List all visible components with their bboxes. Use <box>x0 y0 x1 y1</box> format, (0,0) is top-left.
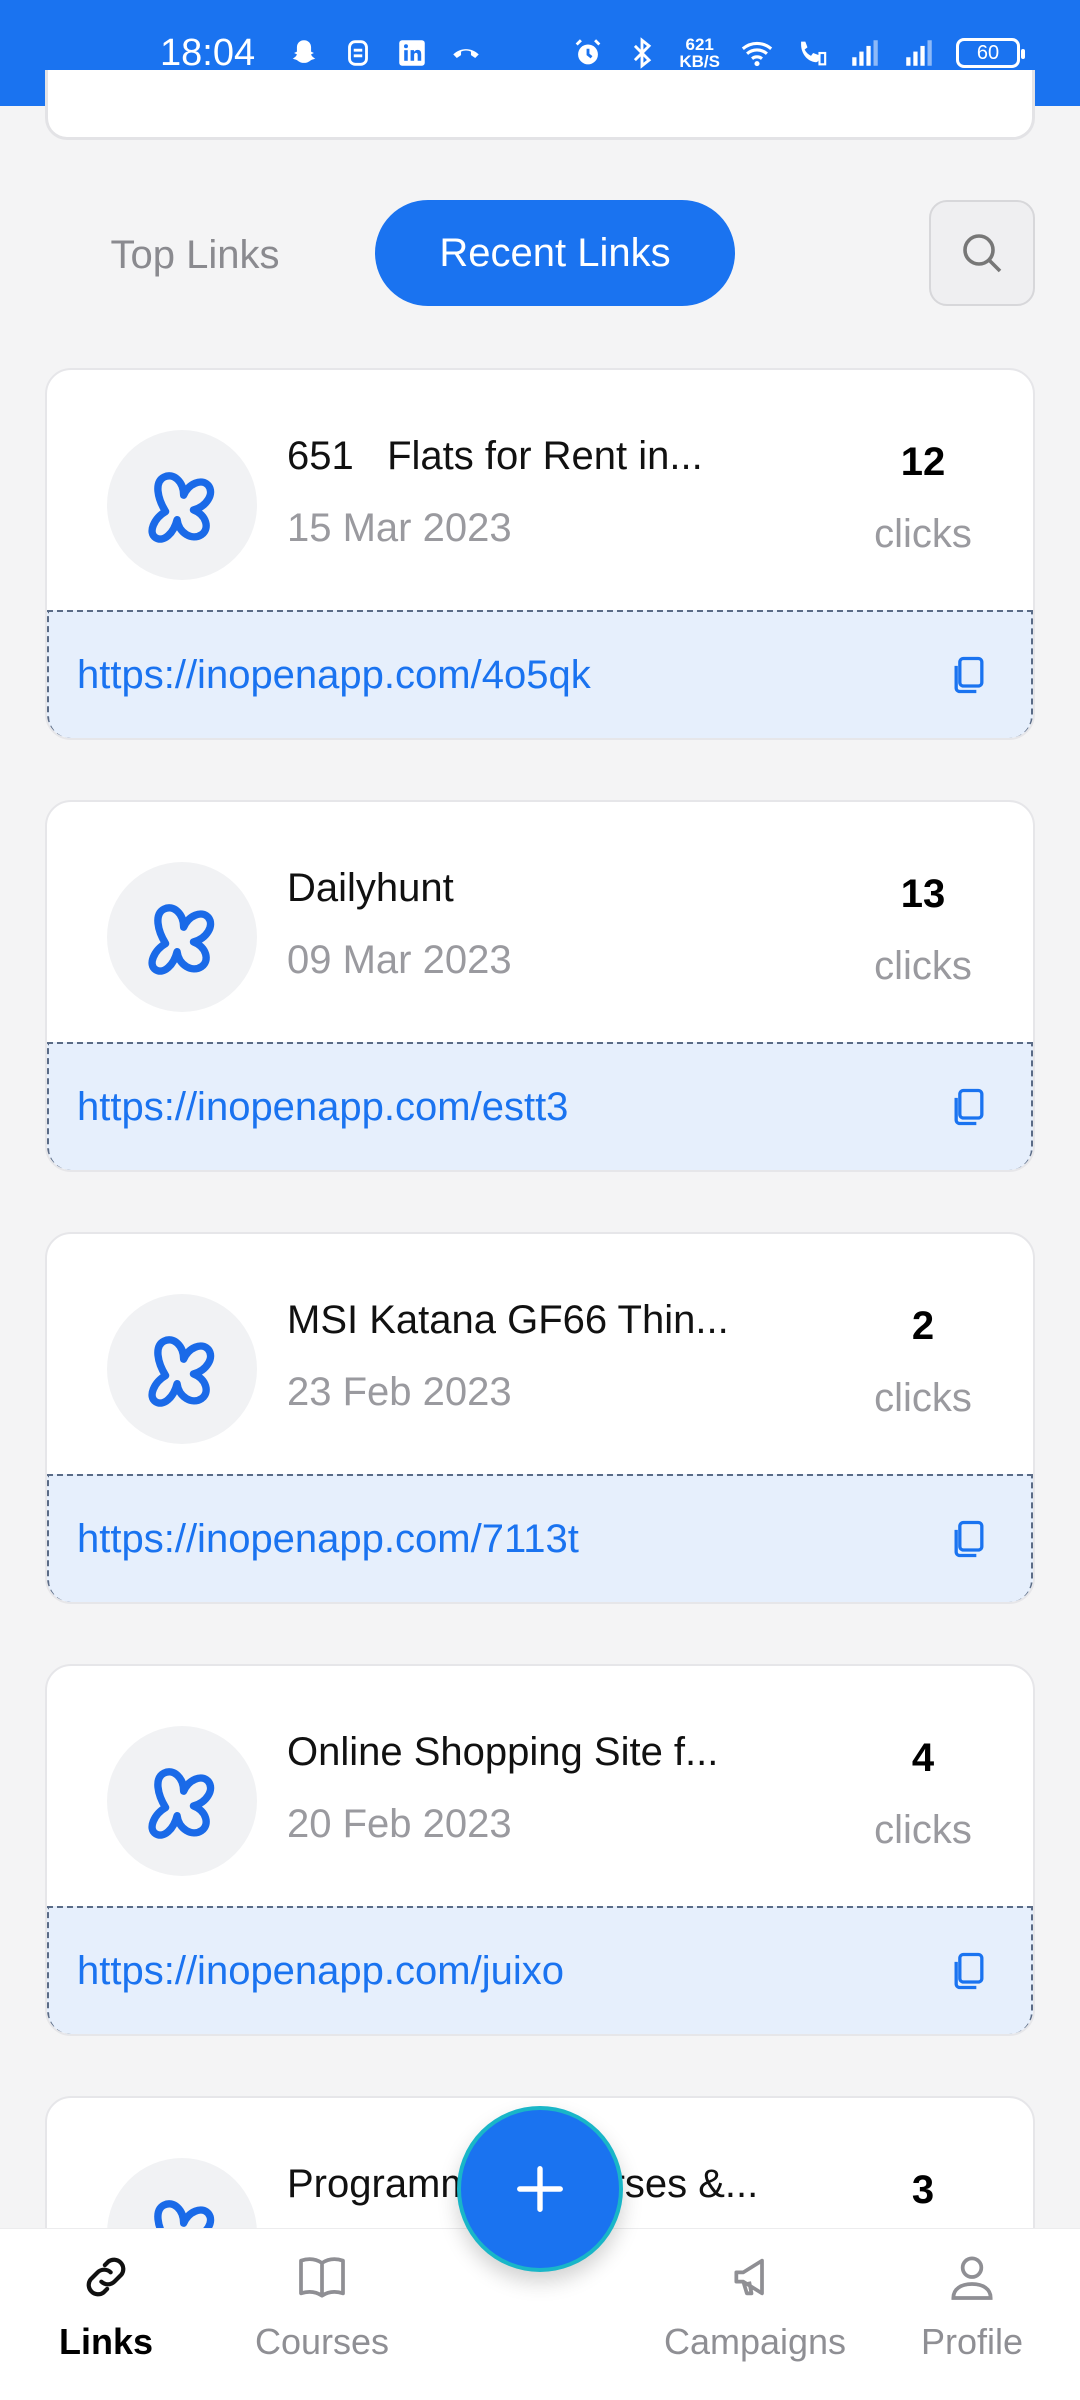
short-url[interactable]: https://inopenapp.com/juixo <box>77 1949 564 1994</box>
wifi-icon <box>740 36 774 70</box>
nav-courses-label: Courses <box>254 2321 390 2362</box>
short-url-bar[interactable]: https://inopenapp.com/7113t <box>47 1474 1033 1602</box>
click-count-unit: clicks <box>874 1376 972 1420</box>
battery-indicator: 60 <box>956 38 1025 68</box>
copy-icon[interactable] <box>947 653 991 697</box>
nav-links[interactable]: Links <box>6 2249 206 2389</box>
short-url[interactable]: https://inopenapp.com/7113t <box>77 1517 579 1562</box>
short-url-bar[interactable]: https://inopenapp.com/4o5qk <box>47 610 1033 738</box>
status-time: 18:04 <box>160 31 256 74</box>
link-date: 15 Mar 2023 <box>287 506 512 550</box>
link-tabs: Top Links Recent Links <box>45 200 1035 310</box>
click-count: 12 <box>900 440 946 484</box>
openapp-logo-icon <box>148 904 215 975</box>
call-icon <box>449 36 483 70</box>
click-count: 2 <box>911 1304 935 1348</box>
nav-courses[interactable]: Courses <box>222 2249 422 2389</box>
link-avatar <box>107 430 257 580</box>
tab-recent-links[interactable]: Recent Links <box>375 200 735 306</box>
click-count-unit: clicks <box>874 512 972 556</box>
links-list: 651 Flats for Rent in... 15 Mar 2023 12 … <box>45 368 1035 2356</box>
previous-card-remnant <box>45 70 1035 140</box>
link-date: 09 Mar 2023 <box>287 938 512 982</box>
link-icon <box>86 2257 126 2297</box>
link-avatar <box>107 1294 257 1444</box>
short-url-bar[interactable]: https://inopenapp.com/estt3 <box>47 1042 1033 1170</box>
nav-profile-label: Profile <box>920 2321 1024 2362</box>
signal-icon-2 <box>902 36 936 70</box>
copy-icon[interactable] <box>947 1085 991 1129</box>
megaphone-icon <box>734 2258 764 2296</box>
short-url-bar[interactable]: https://inopenapp.com/juixo <box>47 1906 1033 2034</box>
search-icon <box>963 234 1002 273</box>
nav-campaigns[interactable]: Campaigns <box>655 2249 855 2389</box>
link-title: 651 Flats for Rent in... <box>287 434 703 478</box>
snapchat-icon <box>287 36 321 70</box>
tab-top-links[interactable]: Top Links <box>45 200 345 310</box>
link-card[interactable]: MSI Katana GF66 Thin... 23 Feb 2023 2 cl… <box>45 1232 1035 1604</box>
nav-profile[interactable]: Profile <box>872 2249 1072 2389</box>
search-button[interactable] <box>929 200 1035 306</box>
wifi-calling-icon <box>794 36 828 70</box>
bluetooth-icon <box>625 36 659 70</box>
link-date: 20 Feb 2023 <box>287 1802 512 1846</box>
nav-links-label: Links <box>58 2321 154 2362</box>
link-card[interactable]: Online Shopping Site f... 20 Feb 2023 4 … <box>45 1664 1035 2036</box>
plus-icon <box>517 2166 563 2212</box>
signal-icon-1 <box>848 36 882 70</box>
link-title: Dailyhunt <box>287 866 454 910</box>
openapp-logo-icon <box>148 1336 215 1407</box>
short-url[interactable]: https://inopenapp.com/estt3 <box>77 1085 568 1130</box>
openapp-logo-icon <box>148 472 215 543</box>
click-count: 13 <box>900 872 946 916</box>
alarm-icon <box>571 36 605 70</box>
app-notification-icon <box>341 36 375 70</box>
link-title: MSI Katana GF66 Thin... <box>287 1298 729 1342</box>
click-count-unit: clicks <box>874 944 972 988</box>
click-count-unit: clicks <box>874 1808 972 1852</box>
book-icon <box>299 2257 345 2298</box>
copy-icon[interactable] <box>947 1517 991 1561</box>
short-url[interactable]: https://inopenapp.com/4o5qk <box>77 653 591 698</box>
link-avatar <box>107 862 257 1012</box>
click-count: 4 <box>911 1736 935 1780</box>
copy-icon[interactable] <box>947 1949 991 1993</box>
link-card[interactable]: 651 Flats for Rent in... 15 Mar 2023 12 … <box>45 368 1035 740</box>
link-avatar <box>107 1726 257 1876</box>
nav-campaigns-label: Campaigns <box>663 2321 847 2362</box>
user-icon <box>951 2256 993 2300</box>
click-count: 3 <box>911 2168 935 2212</box>
linkedin-icon <box>395 36 429 70</box>
link-date: 23 Feb 2023 <box>287 1370 512 1414</box>
network-speed: 621 KB/S <box>679 35 720 71</box>
link-card[interactable]: Dailyhunt 09 Mar 2023 13 clicks https://… <box>45 800 1035 1172</box>
link-title: Online Shopping Site f... <box>287 1730 719 1774</box>
openapp-logo-icon <box>148 1768 215 1839</box>
add-link-button[interactable] <box>457 2106 623 2272</box>
